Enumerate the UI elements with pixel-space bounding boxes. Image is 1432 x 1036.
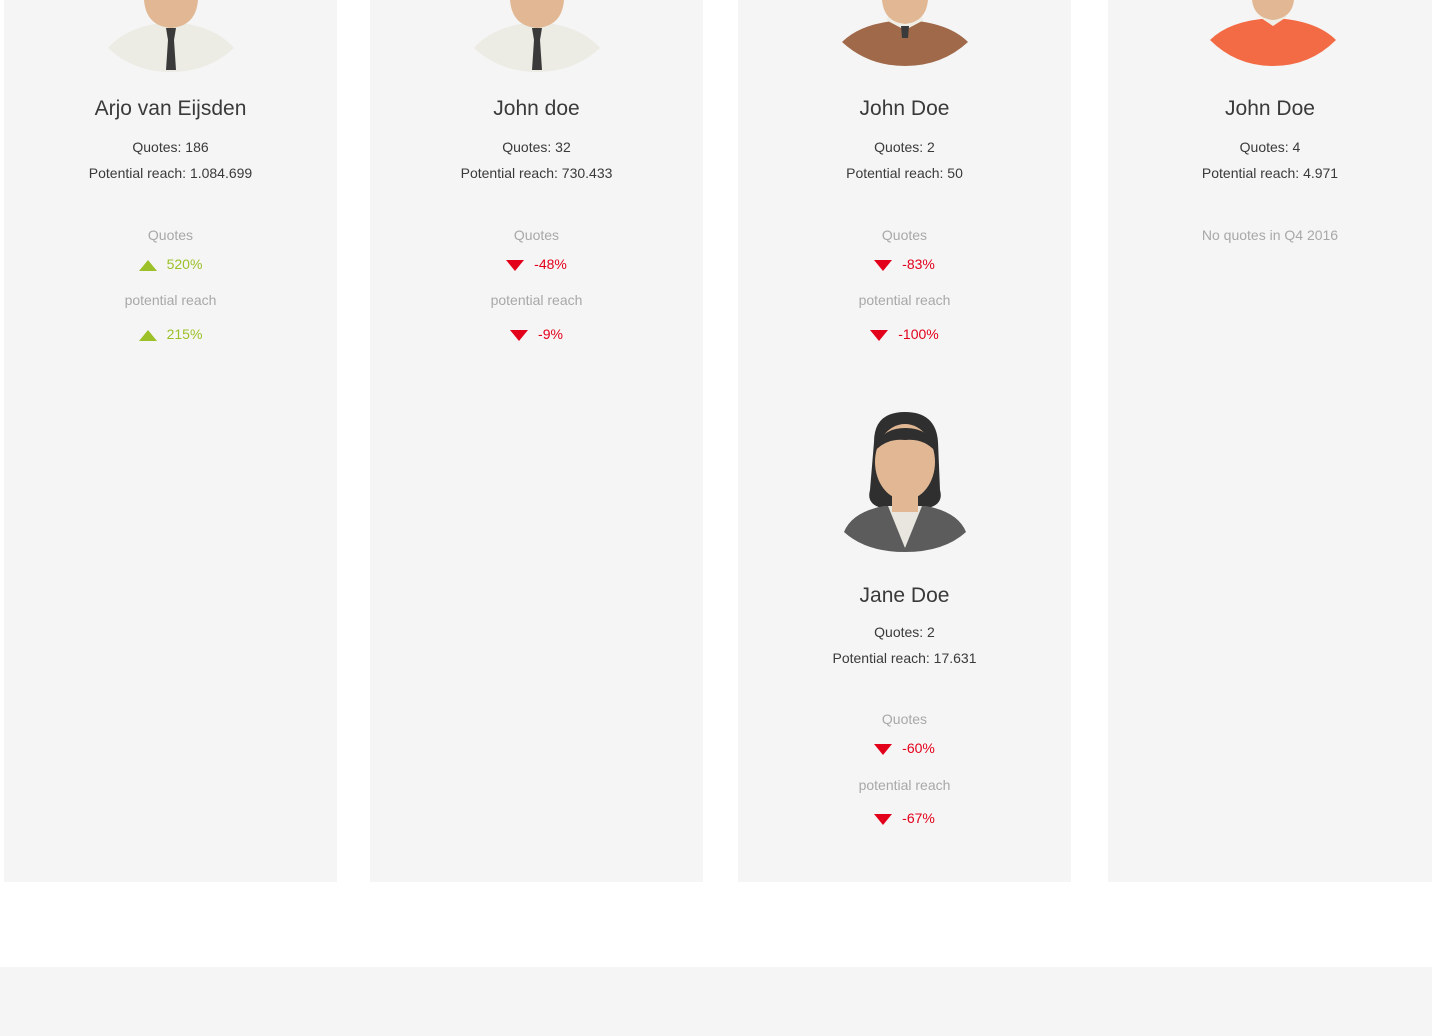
person-column: Arjo van Eijsden Quotes: 186 Potential r…: [4, 0, 337, 882]
reach-label: potential reach: [124, 292, 217, 308]
person-card: John Doe Quotes: 2 Potential reach: 50 Q…: [738, 0, 1071, 400]
reach-label: potential reach: [858, 777, 951, 793]
person-card: John doe Quotes: 32 Potential reach: 730…: [370, 0, 703, 400]
person-name: Jane Doe: [859, 584, 950, 607]
person-name: Arjo van Eijsden: [94, 97, 247, 120]
quotes-change: 520%: [4, 256, 337, 272]
arrow-up-icon: [138, 259, 157, 271]
quotes-label: Quotes: [147, 227, 194, 243]
quotes-change: -60%: [738, 740, 1071, 756]
quotes-label: Quotes: [881, 711, 928, 727]
quotes-label: Quotes: [881, 227, 928, 243]
person-column: John Doe Quotes: 2 Potential reach: 50 Q…: [738, 0, 1071, 882]
reach-change-value: -9%: [538, 326, 563, 342]
arrow-down-icon: [870, 329, 889, 341]
person-card: Arjo van Eijsden Quotes: 186 Potential r…: [4, 0, 337, 400]
quotes-count: Quotes: 32: [502, 139, 571, 155]
quotes-change-value: -83%: [902, 256, 935, 272]
arrow-down-icon: [874, 259, 893, 271]
reach-change: -100%: [738, 326, 1071, 342]
quotes-count: Quotes: 4: [1239, 139, 1301, 155]
woman-grey-blazer-icon: [843, 412, 966, 552]
arrow-down-icon: [506, 259, 525, 271]
man-orange-sweater-icon: [1210, 0, 1336, 66]
person-column: John Doe Quotes: 4 Potential reach: 4.97…: [1108, 0, 1432, 882]
person-name: John Doe: [859, 97, 950, 120]
reach-label: potential reach: [490, 292, 583, 308]
quotes-change-value: -48%: [534, 256, 567, 272]
potential-reach: Potential reach: 1.084.699: [88, 165, 253, 181]
quotes-count: Quotes: 2: [874, 139, 935, 155]
quotes-change: -48%: [370, 256, 703, 272]
person-column: John doe Quotes: 32 Potential reach: 730…: [370, 0, 703, 882]
quotes-change-value: -60%: [902, 740, 935, 756]
arrow-down-icon: [874, 813, 893, 825]
potential-reach: Potential reach: 50: [846, 165, 963, 181]
quotes-label: Quotes: [513, 227, 560, 243]
man-white-shirt-tie-icon: [473, 0, 600, 72]
person-card: Jane Doe Quotes: 2 Potential reach: 17.6…: [738, 412, 1071, 842]
person-card: John Doe Quotes: 4 Potential reach: 4.97…: [1108, 0, 1432, 400]
arrow-down-icon: [510, 329, 529, 341]
reach-change: -9%: [370, 326, 703, 342]
reach-change-value: 215%: [166, 326, 203, 342]
reach-change: 215%: [4, 326, 337, 342]
person-name: John Doe: [1225, 97, 1315, 120]
quotes-count: Quotes: 186: [132, 139, 209, 155]
reach-change-value: -67%: [902, 810, 935, 826]
person-name: John doe: [493, 97, 580, 120]
reach-change-value: -100%: [898, 326, 939, 342]
arrow-up-icon: [138, 329, 157, 341]
quotes-change: -83%: [738, 256, 1071, 272]
man-brown-sweater-icon: [841, 0, 968, 66]
footer-bar: [0, 967, 1432, 1036]
reach-change: -67%: [738, 810, 1071, 826]
man-white-shirt-tie-icon: [107, 0, 234, 72]
quotes-count: Quotes: 2: [874, 624, 935, 640]
no-quotes-message: No quotes in Q4 2016: [1201, 227, 1339, 243]
potential-reach: Potential reach: 4.971: [1201, 165, 1339, 181]
reach-label: potential reach: [858, 292, 951, 308]
potential-reach: Potential reach: 730.433: [460, 165, 613, 181]
potential-reach: Potential reach: 17.631: [832, 650, 977, 666]
arrow-down-icon: [874, 743, 893, 755]
quotes-change-value: 520%: [166, 256, 203, 272]
